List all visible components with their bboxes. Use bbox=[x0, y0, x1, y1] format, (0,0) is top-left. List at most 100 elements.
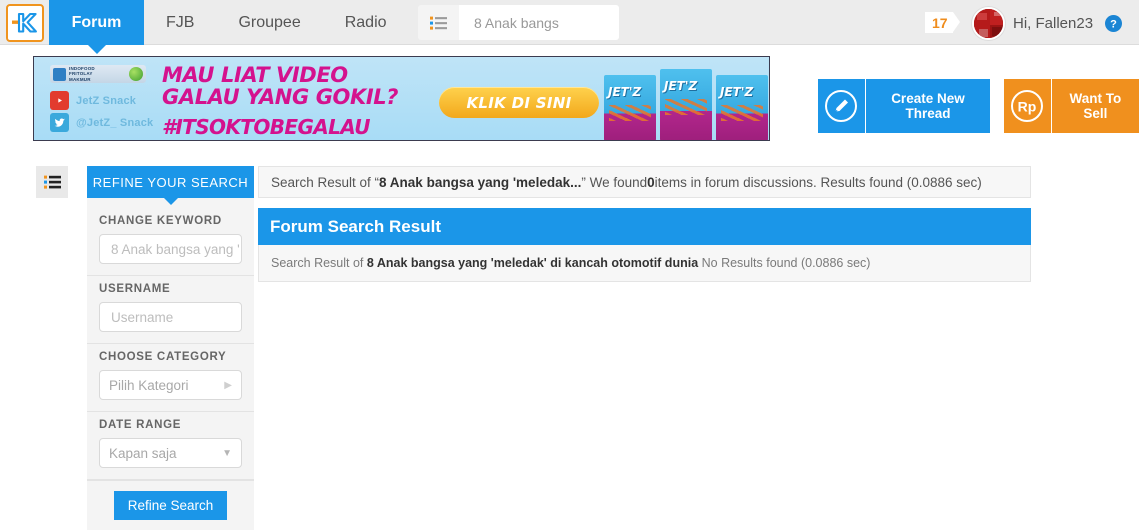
field-group-choose-category: CHOOSE CATEGORY Pilih Kategori ▶ bbox=[87, 344, 254, 412]
nav-tab-fjb-label: FJB bbox=[166, 13, 195, 31]
panel-body-suffix: No Results found (0.0886 sec) bbox=[698, 256, 871, 270]
nav-tab-fjb[interactable]: FJB bbox=[144, 0, 216, 45]
help-circle-icon[interactable]: ? bbox=[1105, 14, 1123, 32]
want-to-sell-label: Want To Sell bbox=[1051, 79, 1139, 133]
banner-cta-button[interactable]: KLIK DI SINI bbox=[439, 87, 599, 118]
user-greeting: Hi, Fallen23 bbox=[1013, 14, 1094, 32]
date-range-select[interactable]: Kapan saja ▼ bbox=[99, 438, 242, 468]
username-label: USERNAME bbox=[99, 283, 171, 295]
refine-search-title: REFINE YOUR SEARCH bbox=[87, 166, 254, 205]
notification-count: 17 bbox=[932, 14, 948, 31]
want-to-sell-button[interactable]: Rp Want To Sell bbox=[1004, 79, 1139, 133]
list-toggle-icon bbox=[43, 175, 61, 189]
avatar-image-icon bbox=[974, 8, 1003, 38]
nav-tab-groupee-label: Groupee bbox=[238, 13, 301, 31]
banner-leaf-icon bbox=[129, 67, 143, 81]
nav-tab-forum[interactable]: Forum bbox=[49, 0, 144, 54]
page-root: Forum FJB Groupee Radio 8 Anak bangs 17 … bbox=[0, 0, 1139, 530]
field-group-date-range: DATE RANGE Kapan saja ▼ bbox=[87, 412, 254, 480]
panel-body-prefix: Search Result of bbox=[271, 256, 367, 270]
youtube-play-icon bbox=[54, 96, 65, 105]
twitter-bird-icon bbox=[54, 118, 65, 127]
banner-brand-line2: FRITOLAY bbox=[69, 71, 93, 77]
search-result-summary: Search Result of “8 Anak bangsa yang 'me… bbox=[258, 166, 1031, 198]
change-keyword-label: CHANGE KEYWORD bbox=[99, 215, 222, 227]
youtube-icon bbox=[50, 91, 69, 110]
panel-body-query: 8 Anak bangsa yang 'meledak' di kancah o… bbox=[366, 256, 699, 270]
refine-search-button[interactable]: Refine Search bbox=[113, 491, 228, 520]
search-bar bbox=[418, 5, 619, 40]
search-category-list-button[interactable] bbox=[418, 5, 459, 40]
sidebar-toggle-button[interactable] bbox=[36, 166, 68, 198]
create-new-thread-button[interactable]: Create New Thread bbox=[818, 79, 991, 133]
action-buttons: Create New Thread Rp Want To Sell bbox=[818, 79, 1139, 133]
banner-headline-line1: MAU LIAT VIDEO bbox=[162, 63, 348, 87]
refine-search-footer: Refine Search bbox=[87, 480, 254, 530]
chevron-down-icon: ▼ bbox=[222, 447, 232, 459]
choose-category-label: CHOOSE CATEGORY bbox=[99, 351, 227, 363]
svg-text:?: ? bbox=[1110, 18, 1117, 30]
product-pack-2 bbox=[660, 69, 712, 140]
rupiah-glyph-icon: Rp bbox=[1011, 90, 1044, 122]
nav-tab-forum-label: Forum bbox=[71, 13, 122, 31]
kaskus-k-icon bbox=[12, 12, 37, 33]
field-group-change-keyword: CHANGE KEYWORD bbox=[87, 208, 290, 276]
date-range-label: DATE RANGE bbox=[99, 419, 182, 431]
refine-search-form: CHANGE KEYWORD USERNAME CHOOSE CATEGORY … bbox=[87, 198, 290, 530]
help-glyph-icon: ? bbox=[1105, 14, 1123, 32]
banner-youtube-label: JetZ Snack bbox=[76, 94, 137, 107]
nav-tab-radio[interactable]: Radio bbox=[323, 0, 409, 45]
pencil-glyph-icon bbox=[825, 90, 858, 122]
user-menu[interactable]: Hi, Fallen23 ? bbox=[972, 6, 1123, 40]
forum-search-result-body: Search Result of 8 Anak bangsa yang 'mel… bbox=[258, 245, 1031, 282]
banner-cta-label: KLIK DI SINI bbox=[466, 93, 572, 112]
banner-hashtag: #ITSOKTOBEGALAU bbox=[162, 115, 371, 139]
promo-banner-inner: INDOFOOD FRITOLAY MAKMUR JetZ Snack @Jet… bbox=[34, 57, 769, 140]
date-range-value: Kapan saja bbox=[109, 445, 177, 461]
avatar bbox=[972, 6, 1005, 40]
banner-brand-line3: MAKMUR bbox=[69, 76, 91, 82]
banner-brand-text: INDOFOOD FRITOLAY MAKMUR bbox=[69, 66, 95, 82]
svg-text:Rp: Rp bbox=[1018, 99, 1037, 115]
banner-twitter-label: @JetZ_ Snack bbox=[76, 116, 154, 129]
primary-nav-tabs: Forum FJB Groupee Radio bbox=[49, 0, 409, 54]
search-field-wrapper bbox=[459, 5, 619, 40]
result-summary-query: 8 Anak bangsa yang 'meledak... bbox=[379, 174, 582, 190]
nav-tab-groupee[interactable]: Groupee bbox=[216, 0, 322, 45]
result-summary-count: 0 bbox=[647, 174, 655, 190]
pencil-circle-icon bbox=[818, 79, 866, 133]
banner-product-image bbox=[604, 65, 769, 140]
rupiah-circle-icon: Rp bbox=[1004, 79, 1052, 133]
nav-tab-radio-label: Radio bbox=[344, 13, 387, 31]
result-summary-prefix: Search Result of “ bbox=[271, 174, 380, 190]
create-new-thread-label: Create New Thread bbox=[865, 79, 991, 133]
username-control[interactable] bbox=[99, 302, 290, 332]
change-keyword-control[interactable] bbox=[99, 234, 290, 264]
choose-category-select[interactable]: Pilih Kategori ▶ bbox=[99, 370, 242, 400]
field-group-username: USERNAME bbox=[87, 276, 290, 344]
banner-headline: MAU LIAT VIDEO GALAU YANG GOKIL? bbox=[162, 63, 399, 109]
username-input[interactable] bbox=[109, 308, 290, 326]
result-summary-mid: ” We found bbox=[581, 174, 648, 190]
banner-twitter-handle[interactable]: @JetZ_ Snack bbox=[50, 113, 153, 132]
banner-brand-logo: INDOFOOD FRITOLAY MAKMUR bbox=[50, 65, 146, 83]
product-pack-1 bbox=[604, 75, 656, 140]
refine-search-sidebar: REFINE YOUR SEARCH CHANGE KEYWORD USERNA… bbox=[87, 166, 290, 530]
forum-search-result-title: Forum Search Result bbox=[258, 208, 1031, 245]
banner-headline-line2: GALAU YANG GOKIL? bbox=[162, 84, 399, 109]
result-summary-suffix: items in forum discussions. Results foun… bbox=[654, 174, 982, 190]
promo-banner[interactable]: INDOFOOD FRITOLAY MAKMUR JetZ Snack @Jet… bbox=[33, 56, 770, 141]
chevron-right-icon: ▶ bbox=[224, 379, 232, 391]
main-content: Search Result of “8 Anak bangsa yang 'me… bbox=[258, 166, 1031, 282]
list-icon bbox=[430, 16, 447, 30]
product-pack-3 bbox=[716, 75, 768, 140]
top-navigation-bar: Forum FJB Groupee Radio 8 Anak bangs 17 … bbox=[0, 0, 1139, 54]
kaskus-logo[interactable] bbox=[6, 4, 44, 42]
choose-category-value: Pilih Kategori bbox=[109, 377, 189, 393]
forum-search-result-panel: Forum Search Result Search Result of 8 A… bbox=[258, 208, 1031, 282]
banner-brand-square-icon bbox=[53, 67, 66, 81]
banner-youtube-handle[interactable]: JetZ Snack bbox=[50, 91, 136, 110]
search-input[interactable] bbox=[472, 13, 619, 32]
twitter-icon bbox=[50, 113, 69, 132]
notification-badge[interactable]: 17 bbox=[925, 12, 960, 33]
